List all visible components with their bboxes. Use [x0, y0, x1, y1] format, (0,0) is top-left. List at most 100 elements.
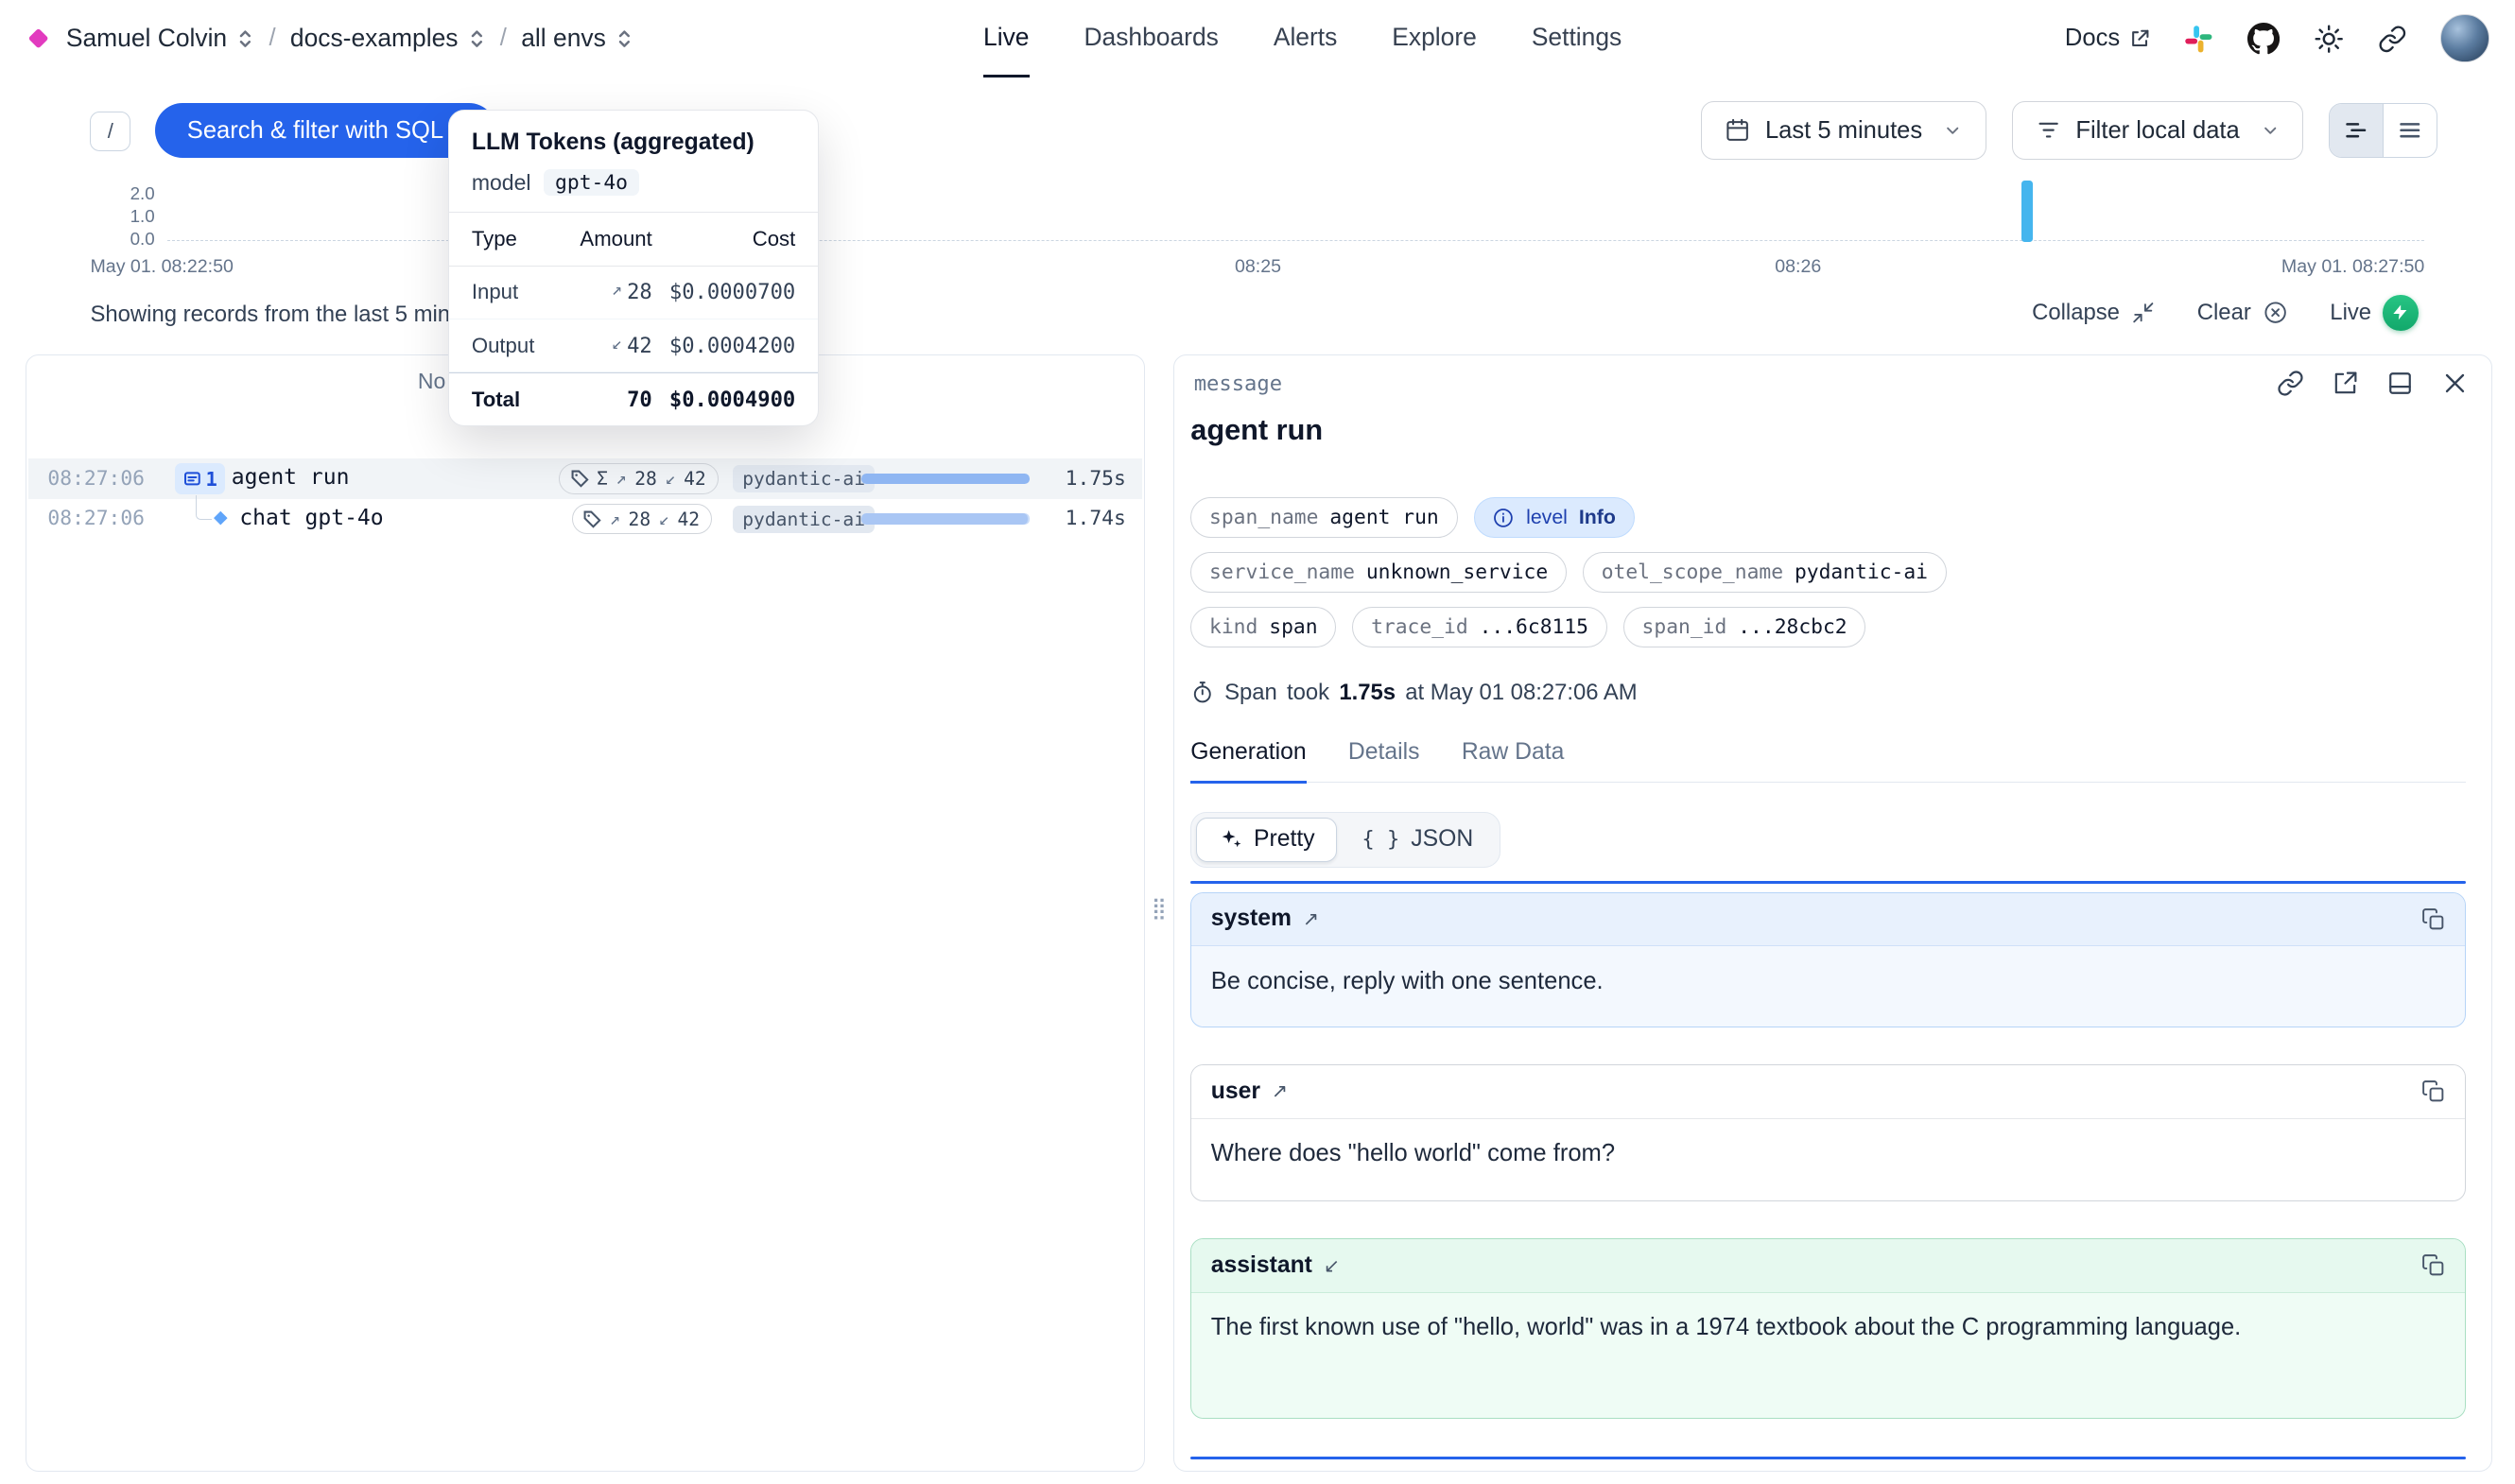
scroll-top-indicator: [1190, 881, 2465, 884]
nav-settings[interactable]: Settings: [1532, 0, 1622, 78]
calendar-icon: [1725, 117, 1750, 143]
llm-tokens-popover: LLM Tokens (aggregated) model gpt-4o Typ…: [448, 110, 819, 427]
message-header: assistant ↙: [1191, 1239, 2464, 1292]
share-link-icon[interactable]: [2378, 25, 2407, 54]
message-card-user: user ↗ Where does "hello world" come fro…: [1190, 1064, 2465, 1201]
tokens-in: 28: [629, 509, 651, 530]
duration-label: 1.74s: [1066, 507, 1126, 530]
dock-panel-icon[interactable]: [2386, 370, 2414, 397]
time-range-value: Last 5 minutes: [1765, 117, 1922, 145]
nav-live[interactable]: Live: [983, 0, 1029, 78]
attr-kind[interactable]: kind span: [1190, 607, 1336, 647]
scroll-bottom-indicator: [1190, 1457, 2465, 1459]
copy-icon[interactable]: [2421, 907, 2446, 932]
tokens-out: 42: [684, 468, 706, 490]
clear-label: Clear: [2197, 300, 2251, 326]
trace-timestamp: 08:27:06: [47, 507, 145, 530]
list-view-toggle[interactable]: [2384, 104, 2437, 157]
chart-bar-0827[interactable]: [2021, 181, 2033, 242]
copy-icon[interactable]: [2421, 1253, 2446, 1278]
top-navigation: Samuel Colvin / docs-examples / all envs…: [0, 0, 2515, 78]
trace-row-chat-gpt4o[interactable]: 08:27:06 ◆ chat gpt-4o ↗28 ↙42 pydantic-…: [28, 499, 1142, 540]
timing-kind: Span: [1224, 680, 1277, 706]
trace-row-agent-run[interactable]: 08:27:06 1 agent run Σ ↗28 ↙42 pydantic-…: [28, 458, 1142, 499]
tokens-in: 28: [634, 468, 657, 490]
nav-dashboards[interactable]: Dashboards: [1084, 0, 1218, 78]
tree-view-icon: [2344, 118, 2368, 143]
timing-timestamp: at May 01 08:27:06 AM: [1405, 680, 1637, 706]
sigma-aggregate-icon: Σ: [597, 468, 608, 490]
nav-actions: Docs: [2065, 0, 2489, 78]
copy-icon[interactable]: [2421, 1079, 2446, 1104]
token-tag-icon: [583, 510, 601, 528]
permalink-icon[interactable]: [2277, 370, 2304, 397]
token-usage-chip[interactable]: Σ ↗28 ↙42: [559, 463, 719, 493]
env-selector[interactable]: all envs: [521, 24, 633, 53]
tab-raw-data[interactable]: Raw Data: [1462, 739, 1565, 784]
nested-spans-icon: [183, 470, 201, 488]
env-name: all envs: [521, 24, 606, 53]
theme-sun-icon[interactable]: [2314, 24, 2344, 54]
attr-span-name[interactable]: span_name agent run: [1190, 497, 1457, 538]
breadcrumb-separator: /: [500, 25, 507, 52]
child-span-count-badge[interactable]: 1: [175, 463, 225, 493]
github-icon[interactable]: [2247, 23, 2280, 55]
role-label: user: [1211, 1078, 1260, 1105]
chevron-down-icon: [1943, 121, 1962, 140]
output-arrow-icon: ↙: [612, 334, 622, 358]
scope-tag: pydantic-ai: [733, 465, 875, 492]
attr-level[interactable]: level Info: [1474, 497, 1635, 538]
nav-explore[interactable]: Explore: [1392, 0, 1477, 78]
token-row-total: Total 70 $0.0004900: [449, 372, 818, 425]
filter-local-data-dropdown[interactable]: Filter local data: [2012, 101, 2303, 159]
nav-alerts[interactable]: Alerts: [1274, 0, 1338, 78]
user-avatar[interactable]: [2440, 14, 2489, 62]
span-timing: Span took 1.75s at May 01 08:27:06 AM: [1190, 680, 1637, 706]
token-usage-chip[interactable]: ↗28 ↙42: [572, 504, 712, 534]
panel-resize-handle[interactable]: ⣿: [1148, 896, 1171, 921]
project-selector[interactable]: docs-examples: [290, 24, 486, 53]
message-card-assistant: assistant ↙ The first known use of "hell…: [1190, 1238, 2465, 1419]
sent-arrow-icon: ↗: [1272, 1079, 1288, 1103]
input-arrow-icon: ↗: [616, 469, 626, 489]
attribute-chips-row-1: span_name agent run level Info: [1190, 497, 1634, 538]
tab-details[interactable]: Details: [1348, 739, 1420, 784]
live-toggle[interactable]: Live: [2330, 295, 2418, 331]
scope-tag: pydantic-ai: [733, 506, 875, 533]
token-row-output: Output ↙42 $0.0004200: [449, 319, 818, 372]
message-text: Where does "hello world" come from?: [1191, 1119, 2464, 1190]
sparkles-icon: [1219, 827, 1243, 852]
live-indicator-icon: [2383, 295, 2419, 331]
slack-icon[interactable]: [2184, 25, 2213, 54]
toolbar-right: Last 5 minutes Filter local data: [1701, 101, 2437, 159]
docs-link[interactable]: Docs: [2065, 25, 2151, 52]
search-filter-button[interactable]: Search & filter with SQL: [155, 103, 496, 158]
close-icon[interactable]: [2441, 370, 2469, 397]
org-selector[interactable]: Samuel Colvin: [66, 24, 254, 53]
pretty-toggle-button[interactable]: Pretty: [1196, 818, 1336, 862]
input-arrow-icon: ↗: [612, 280, 622, 304]
clear-button[interactable]: Clear: [2197, 300, 2288, 326]
info-icon: [1492, 507, 1515, 529]
chevron-updown-icon: [236, 28, 254, 49]
attr-otel-scope-name[interactable]: otel_scope_name pydantic-ai: [1583, 552, 1947, 593]
chevron-down-icon: [2261, 121, 2280, 140]
org-name: Samuel Colvin: [66, 24, 227, 53]
model-label: model: [472, 170, 531, 196]
token-row-input: Input ↗28 $0.0000700: [449, 267, 818, 319]
collapse-button[interactable]: Collapse: [2032, 300, 2155, 326]
attr-service-name[interactable]: service_name unknown_service: [1190, 552, 1567, 593]
attr-trace-id[interactable]: trace_id ...6c8115: [1352, 607, 1606, 647]
tab-generation[interactable]: Generation: [1190, 739, 1306, 784]
external-link-icon: [2129, 28, 2150, 49]
tokens-out: 42: [677, 509, 700, 530]
span-detail-panel: message agent run span_name agent run le…: [1173, 354, 2492, 1472]
json-toggle-button[interactable]: { } JSON: [1340, 818, 1495, 862]
span-name: chat gpt-4o: [239, 506, 383, 530]
tree-view-toggle[interactable]: [2330, 104, 2383, 157]
attribute-chips-row-2: service_name unknown_service otel_scope_…: [1190, 552, 1946, 593]
time-range-dropdown[interactable]: Last 5 minutes: [1701, 101, 1986, 159]
attr-span-id[interactable]: span_id ...28cbc2: [1623, 607, 1866, 647]
open-in-new-icon[interactable]: [2332, 370, 2359, 397]
token-tag-icon: [571, 470, 589, 488]
